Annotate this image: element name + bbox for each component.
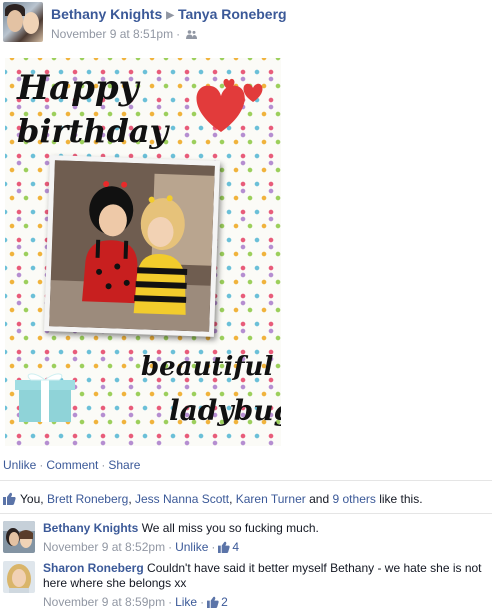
gift-box-icon xyxy=(15,373,75,422)
comment-like-count[interactable]: 4 xyxy=(232,540,239,554)
author-avatar[interactable] xyxy=(3,2,43,42)
arrow-right-icon: ▶ xyxy=(166,10,174,21)
comment-unlike-link[interactable]: Unlike xyxy=(175,540,208,554)
card-text-ladybug: ladybug! xyxy=(169,394,281,427)
hearts-icon xyxy=(196,78,263,132)
post-meta: November 9 at 8:51pm · xyxy=(51,27,198,41)
card-text-birthday: birthday xyxy=(17,112,169,150)
comment-author-link[interactable]: Sharon Roneberg xyxy=(43,561,144,575)
post-title: Bethany Knights ▶ Tanya Roneberg xyxy=(51,6,287,22)
commenter-avatar[interactable] xyxy=(3,561,35,593)
comment-body: Bethany Knights We all miss you so fucki… xyxy=(43,521,483,555)
thumbs-up-icon xyxy=(207,596,219,608)
unlike-link[interactable]: Unlike xyxy=(3,458,36,472)
liker-link[interactable]: Jess Nanna Scott xyxy=(135,492,229,506)
avatar-photo xyxy=(3,521,35,553)
likes-you: You, xyxy=(20,492,44,506)
liker-link[interactable]: Brett Roneberg xyxy=(47,492,128,506)
comment-author-link[interactable]: Bethany Knights xyxy=(43,521,138,535)
commenter-avatar[interactable] xyxy=(3,521,35,553)
comment-text: We all miss you so fucking much. xyxy=(141,521,319,535)
likes-suffix: like this. xyxy=(379,492,423,506)
comment-body: Sharon Roneberg Couldn't have said it be… xyxy=(43,561,483,610)
comment-timestamp[interactable]: November 9 at 8:52pm xyxy=(43,540,165,554)
avatar-photo xyxy=(3,561,35,593)
comment-timestamp[interactable]: November 9 at 8:59pm xyxy=(43,595,165,609)
others-link[interactable]: 9 others xyxy=(333,492,376,506)
comment-link[interactable]: Comment xyxy=(46,458,98,472)
post-timestamp[interactable]: November 9 at 8:51pm xyxy=(51,27,173,41)
target-link[interactable]: Tanya Roneberg xyxy=(178,6,287,22)
polaroid-photo xyxy=(43,155,221,337)
card-text-happy: Happy xyxy=(17,68,139,108)
liker-link[interactable]: Karen Turner xyxy=(236,492,306,506)
card-text-beautiful: beautiful xyxy=(141,352,274,382)
thumbs-up-icon xyxy=(218,541,231,553)
author-link[interactable]: Bethany Knights xyxy=(51,6,162,22)
share-link[interactable]: Share xyxy=(108,458,140,472)
divider xyxy=(0,513,492,514)
likes-summary: You, Brett Roneberg, Jess Nanna Scott, K… xyxy=(3,490,423,506)
girls-photo-illustration xyxy=(49,160,215,332)
friends-icon[interactable] xyxy=(186,30,198,39)
comment-meta: November 9 at 8:59pm · Like · 2 xyxy=(43,595,228,609)
divider xyxy=(0,480,492,481)
comment-like-link[interactable]: Like xyxy=(175,595,197,609)
post-photo[interactable]: Happy birthday beautiful ladybu xyxy=(5,58,281,446)
comment-meta: November 9 at 8:52pm · Unlike · 4 xyxy=(43,540,240,554)
post-header: Bethany Knights ▶ Tanya Roneberg November … xyxy=(3,2,489,46)
post-actions: Unlike · Comment · Share xyxy=(3,458,141,472)
thumbs-up-icon xyxy=(3,492,16,505)
comment-like-count[interactable]: 2 xyxy=(221,595,228,609)
likes-and: and xyxy=(309,492,330,506)
